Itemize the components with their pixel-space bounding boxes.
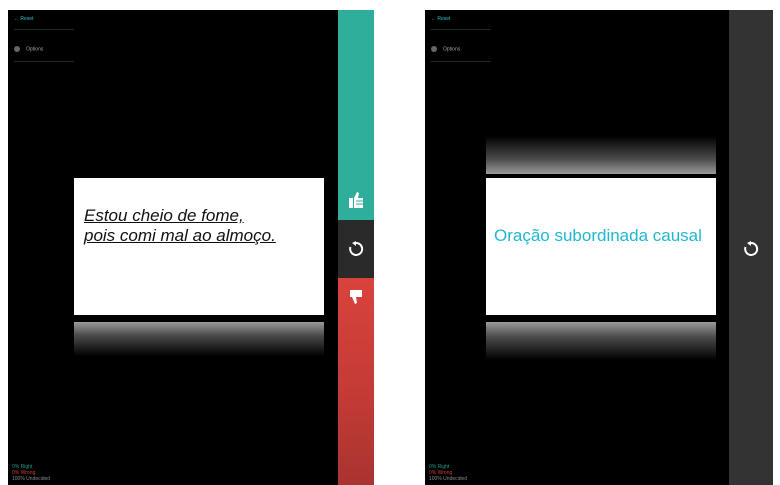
undo-icon <box>349 241 364 256</box>
next-card-shadow <box>486 322 716 360</box>
thumbs-up-icon <box>349 192 363 208</box>
card-answer: Oração subordinada causal <box>494 226 702 245</box>
undo-icon <box>744 241 759 256</box>
stat-undecided: 100% Undecided <box>429 476 468 482</box>
thumbs-down-icon <box>350 289 362 304</box>
left-stats: 0% Right 0% Wrong 100% Undecided <box>12 464 50 482</box>
divider <box>431 61 491 62</box>
card-sentence-line2: pois comi mal ao almoço. <box>84 226 276 245</box>
gear-icon <box>431 46 437 52</box>
flashcard-front[interactable]: Estou cheio de fome, pois comi mal ao al… <box>74 178 324 315</box>
gear-icon <box>14 46 20 52</box>
left-screen: ← Reset Options Estou cheio de fome, poi… <box>8 10 374 485</box>
mark-wrong-button[interactable] <box>338 278 374 485</box>
action-panel <box>338 10 374 485</box>
next-card-shadow <box>74 322 324 356</box>
undo-button[interactable] <box>729 220 773 278</box>
card-sentence-line1: Estou cheio de fome, <box>84 206 244 225</box>
card-sentence: Estou cheio de fome, pois comi mal ao al… <box>84 206 330 246</box>
flashcard-back[interactable]: Oração subordinada causal <box>486 178 716 315</box>
divider <box>431 29 491 30</box>
right-screen: ← Reset Options Oração subordinada causa… <box>425 10 773 485</box>
back-button[interactable]: ← Reset <box>14 16 33 22</box>
divider <box>14 29 74 30</box>
options-button[interactable]: Options <box>14 46 43 52</box>
back-button[interactable]: ← Reset <box>431 16 450 22</box>
undo-button[interactable] <box>338 220 374 278</box>
options-button[interactable]: Options <box>431 46 460 52</box>
divider <box>14 61 74 62</box>
mark-right-button[interactable] <box>338 10 374 220</box>
action-panel <box>729 10 773 485</box>
options-label: Options <box>26 46 44 53</box>
right-stats: 0% Right 0% Wrong 100% Undecided <box>429 464 467 482</box>
prev-card-shadow <box>486 136 716 174</box>
stat-undecided: 100% Undecided <box>12 476 51 482</box>
options-label: Options <box>443 46 461 53</box>
